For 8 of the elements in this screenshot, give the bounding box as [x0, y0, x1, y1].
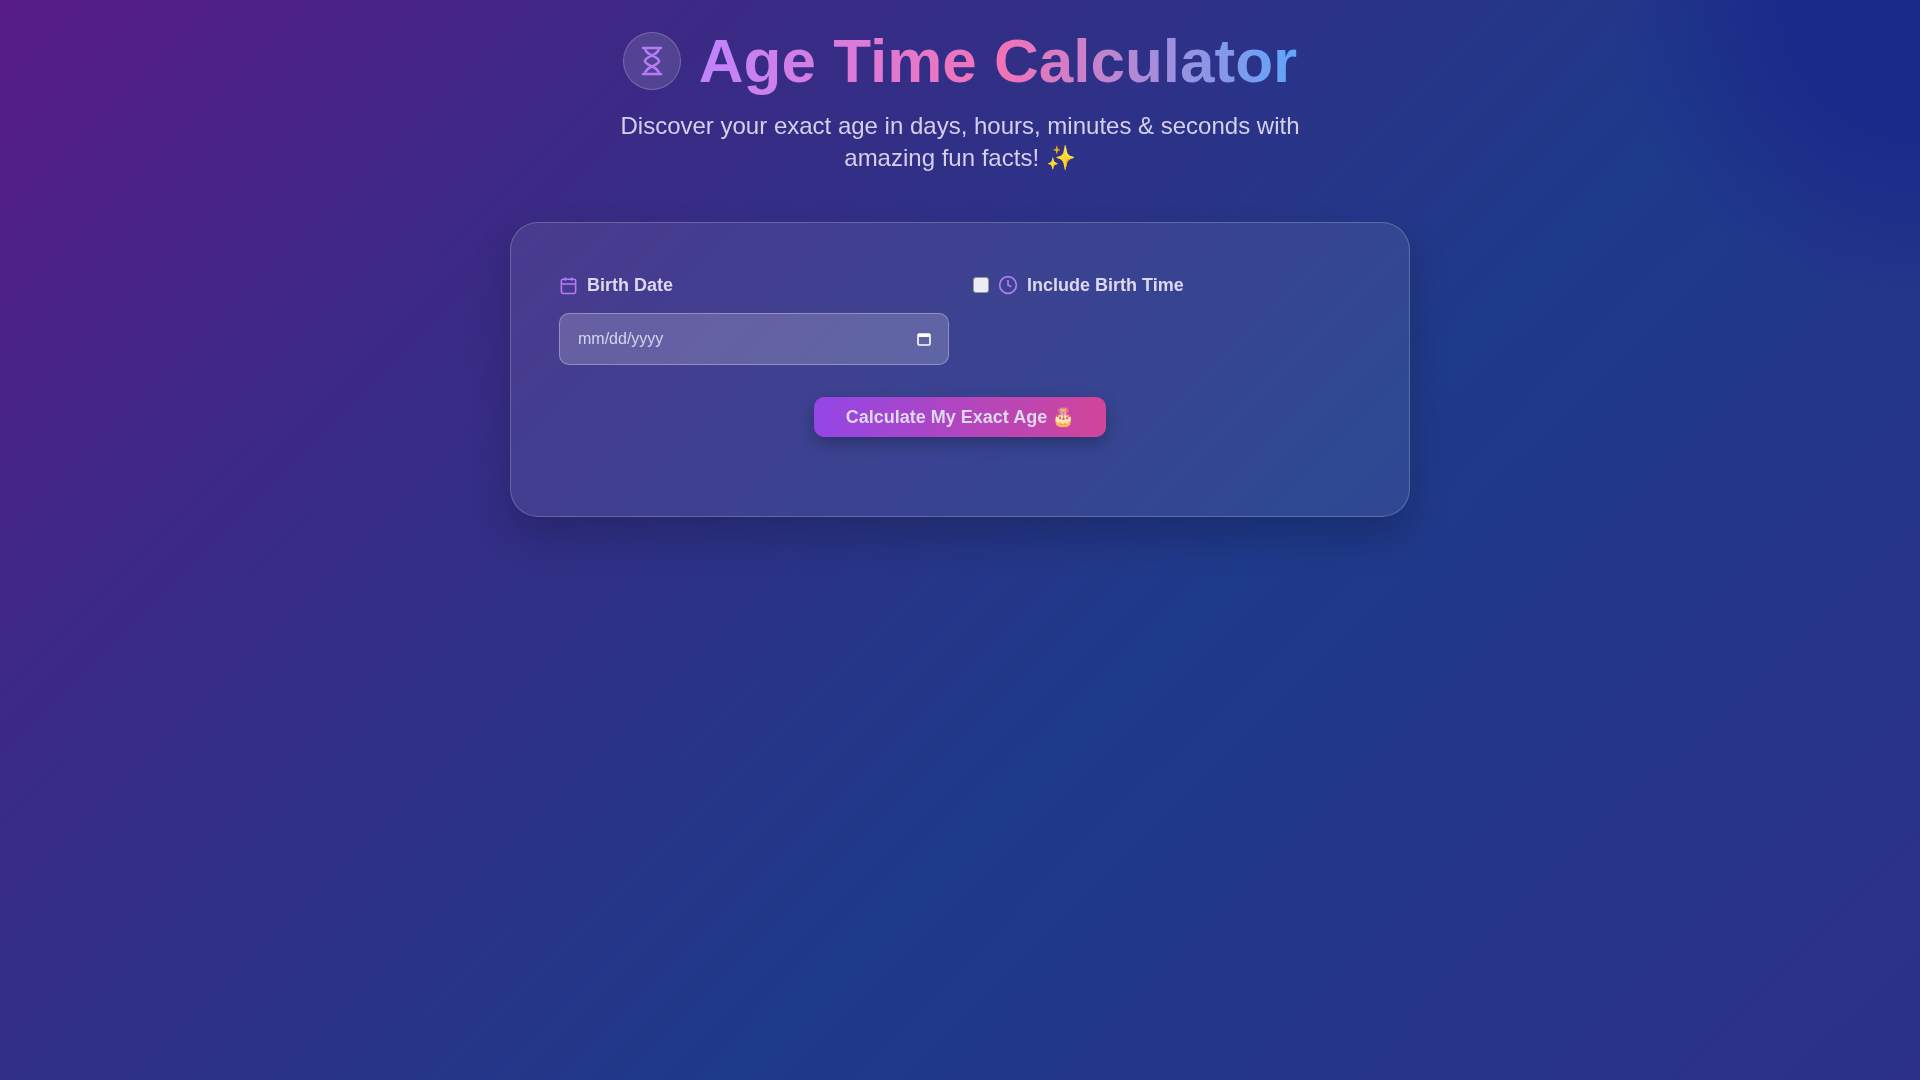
- calculate-button[interactable]: Calculate My Exact Age 🎂: [813, 397, 1107, 438]
- subtitle: Discover your exact age in days, hours, minutes & seconds with amazing fun facts! ✨: [619, 111, 1301, 174]
- calendar-icon: [559, 275, 578, 295]
- checkbox[interactable]: [973, 277, 989, 294]
- calendar-icon[interactable]: [917, 332, 931, 347]
- field-label: Birth Date: [587, 274, 673, 296]
- checkbox-label: Include Birth Time: [1027, 274, 1184, 296]
- clock-icon: [998, 275, 1018, 296]
